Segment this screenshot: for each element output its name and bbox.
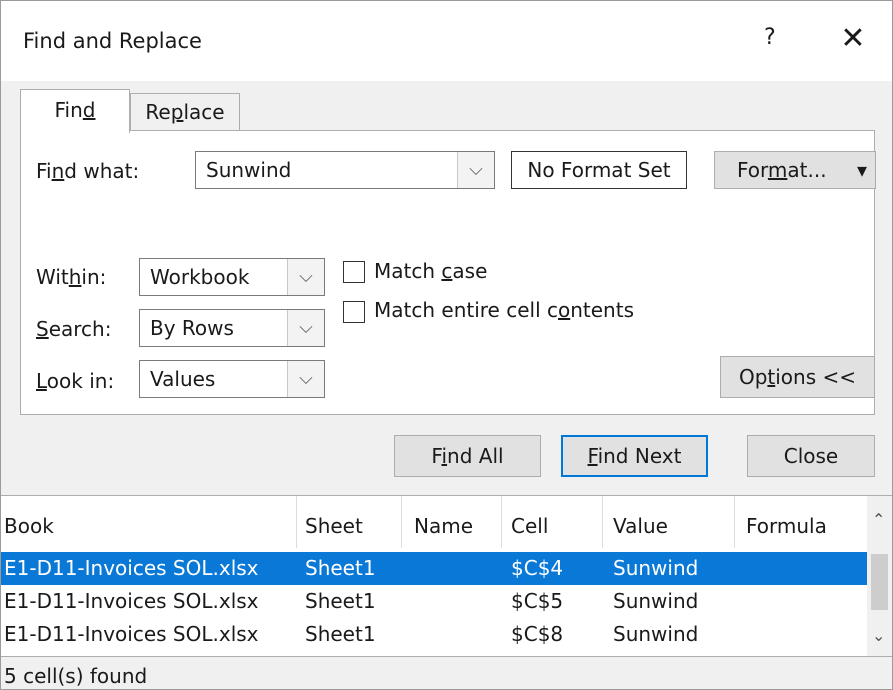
find-next-button[interactable]: Find Next	[561, 435, 708, 477]
within-label: Within:	[36, 265, 107, 289]
cell-book: E1-D11-Invoices SOL.xlsx	[4, 622, 259, 646]
status-text: 5 cell(s) found	[4, 664, 148, 688]
match-case-label: Match case	[374, 259, 488, 283]
dropdown-arrow-icon[interactable]: ▾	[857, 152, 867, 188]
look-in-select[interactable]: Values ⌵	[139, 360, 325, 398]
cell-value: Sunwind	[613, 622, 699, 646]
cell-sheet: Sheet1	[305, 622, 376, 646]
help-icon[interactable]: ?	[764, 25, 776, 50]
scrollbar-thumb[interactable]	[871, 554, 888, 610]
column-divider[interactable]	[296, 496, 297, 548]
tab-replace[interactable]: Replace	[130, 93, 240, 131]
cell-address: $C$4	[511, 556, 564, 580]
tab-replace-label: Replace	[145, 100, 225, 124]
vertical-scrollbar[interactable]: ⌃ ⌄	[867, 496, 892, 656]
find-replace-dialog: Find and Replace ? ✕ Find Replace Find w…	[0, 0, 893, 690]
column-header-book[interactable]: Book	[4, 514, 54, 538]
look-in-label: Look in:	[36, 369, 115, 393]
format-button-label: Format...	[737, 158, 827, 182]
cell-value: Sunwind	[613, 589, 699, 613]
find-what-value: Sunwind	[206, 158, 292, 182]
cell-address: $C$8	[511, 622, 564, 646]
chevron-down-icon[interactable]: ⌵	[287, 259, 324, 295]
look-in-value: Values	[150, 367, 216, 391]
close-button[interactable]: Close	[747, 435, 875, 477]
find-all-button[interactable]: Find All	[394, 435, 541, 477]
find-next-label: Find Next	[587, 444, 682, 468]
column-divider[interactable]	[501, 496, 502, 548]
chevron-down-icon[interactable]: ⌵	[287, 310, 324, 346]
cell-sheet: Sheet1	[305, 556, 376, 580]
table-row[interactable]: E1-D11-Invoices SOL.xlsx Sheet1 $C$4 Sun…	[1, 552, 867, 585]
table-row[interactable]: E1-D11-Invoices SOL.xlsx Sheet1 $C$5 Sun…	[1, 585, 867, 618]
status-bar: 5 cell(s) found	[1, 657, 892, 689]
chevron-down-icon[interactable]: ⌵	[457, 152, 494, 188]
column-header-formula[interactable]: Formula	[746, 514, 827, 538]
results-list: Book Sheet Name Cell Value Formula E1-D1…	[1, 495, 892, 657]
column-header-cell[interactable]: Cell	[511, 514, 548, 538]
column-header-value[interactable]: Value	[613, 514, 668, 538]
column-header-sheet[interactable]: Sheet	[305, 514, 363, 538]
close-icon[interactable]: ✕	[833, 19, 873, 59]
cell-value: Sunwind	[613, 556, 699, 580]
options-button[interactable]: Options <<	[720, 356, 875, 398]
column-divider[interactable]	[401, 496, 402, 548]
tab-find[interactable]: Find	[20, 89, 130, 133]
format-preview: No Format Set	[511, 151, 687, 189]
find-what-label: Find what:	[36, 159, 140, 183]
column-divider[interactable]	[734, 496, 735, 548]
search-value: By Rows	[150, 316, 234, 340]
match-entire-label: Match entire cell contents	[374, 298, 634, 322]
within-select[interactable]: Workbook ⌵	[139, 258, 325, 296]
cell-book: E1-D11-Invoices SOL.xlsx	[4, 589, 259, 613]
search-label: Search:	[36, 317, 112, 341]
column-header-name[interactable]: Name	[414, 514, 473, 538]
chevron-down-icon[interactable]: ⌵	[287, 361, 324, 397]
match-case-checkbox[interactable]	[343, 261, 365, 283]
cell-book: E1-D11-Invoices SOL.xlsx	[4, 556, 259, 580]
scroll-down-icon[interactable]: ⌄	[872, 626, 885, 645]
format-button[interactable]: Format... ▾	[714, 151, 876, 189]
match-entire-checkbox[interactable]	[343, 301, 365, 323]
scroll-up-icon[interactable]: ⌃	[872, 510, 885, 529]
cell-sheet: Sheet1	[305, 589, 376, 613]
search-select[interactable]: By Rows ⌵	[139, 309, 325, 347]
find-all-label: Find All	[431, 444, 504, 468]
title-bar: Find and Replace ? ✕	[1, 1, 892, 81]
cell-address: $C$5	[511, 589, 564, 613]
find-what-combo[interactable]: Sunwind ⌵	[195, 151, 495, 189]
find-panel: Find what: Sunwind ⌵ No Format Set Forma…	[20, 130, 876, 415]
dialog-title: Find and Replace	[23, 29, 202, 53]
table-row[interactable]: E1-D11-Invoices SOL.xlsx Sheet1 $C$8 Sun…	[1, 618, 867, 651]
within-value: Workbook	[150, 265, 250, 289]
options-button-label: Options <<	[738, 365, 857, 389]
tab-find-label: Find	[54, 98, 96, 122]
column-divider[interactable]	[602, 496, 603, 548]
